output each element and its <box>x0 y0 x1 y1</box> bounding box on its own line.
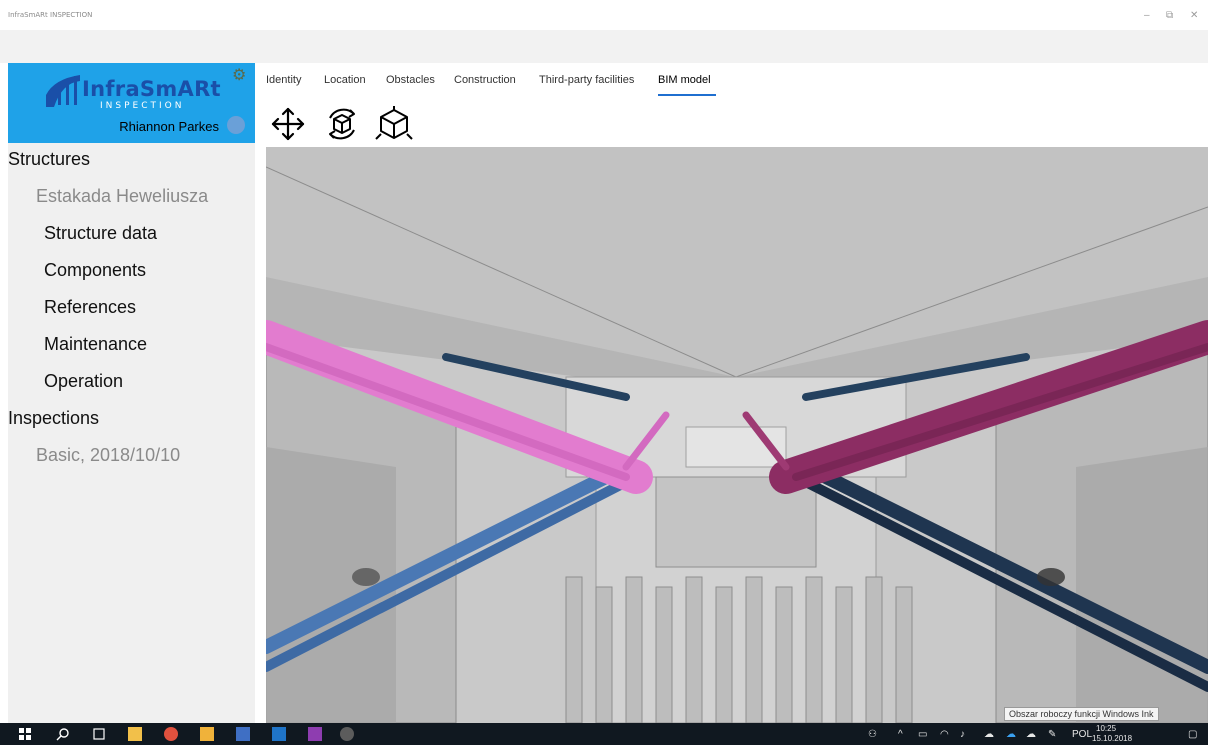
sidebar-item-references[interactable]: References <box>44 297 136 318</box>
tab-third-party-facilities[interactable]: Third-party facilities <box>539 74 634 86</box>
restore-button[interactable]: ⧉ <box>1166 10 1173 21</box>
clock-date[interactable]: 15.10.2018 <box>1092 734 1132 743</box>
taskbar: ⚇ ^ ▭ ◠ ♪ ☁ ☁ ☁ ✎ POL 10:25 15.10.2018 ▢ <box>0 723 1208 745</box>
sidebar-inspection-item[interactable]: Basic, 2018/10/10 <box>36 445 180 466</box>
infrasmart-app-icon[interactable] <box>340 727 354 741</box>
avatar[interactable] <box>227 116 245 134</box>
language-indicator[interactable]: POL <box>1072 729 1092 740</box>
chrome-icon[interactable] <box>164 727 178 741</box>
battery-icon[interactable]: ▭ <box>918 729 927 740</box>
sidebar-item-structure-data[interactable]: Structure data <box>44 223 157 244</box>
orbit-cube-icon[interactable] <box>322 104 362 144</box>
onenote-icon[interactable] <box>308 727 322 741</box>
window-title: InfraSmARt INSPECTION <box>8 11 93 19</box>
sidebar-structures-header[interactable]: Structures <box>8 149 90 170</box>
close-button[interactable]: ✕ <box>1190 10 1198 21</box>
tab-location[interactable]: Location <box>324 74 366 86</box>
volume-icon[interactable]: ♪ <box>960 729 965 740</box>
search-icon[interactable] <box>56 727 70 741</box>
onedrive-icon[interactable]: ☁ <box>1006 729 1016 740</box>
bim-viewport[interactable] <box>266 147 1208 723</box>
minimize-button[interactable]: – <box>1144 10 1150 21</box>
gear-icon[interactable]: ⚙ <box>232 65 246 85</box>
notifications-icon[interactable]: ▢ <box>1188 729 1197 740</box>
people-icon[interactable]: ⚇ <box>868 729 877 740</box>
brand-name: InfraSmARt <box>82 77 221 101</box>
bridge-logo-icon <box>46 75 80 107</box>
onedrive-personal-icon[interactable]: ☁ <box>1026 729 1036 740</box>
sidebar-structure-name[interactable]: Estakada Heweliusza <box>36 186 208 207</box>
sidebar: Structures Estakada Heweliusza Structure… <box>8 143 255 723</box>
sidebar-item-maintenance[interactable]: Maintenance <box>44 334 147 355</box>
windows-ink-tooltip: Obszar roboczy funkcji Windows Ink <box>1004 707 1159 721</box>
windows-ink-icon[interactable]: ✎ <box>1048 729 1056 740</box>
tab-construction[interactable]: Construction <box>454 74 516 86</box>
sidebar-item-components[interactable]: Components <box>44 260 146 281</box>
sidebar-inspections-header[interactable]: Inspections <box>8 408 99 429</box>
tab-obstacles[interactable]: Obstacles <box>386 74 435 86</box>
cloud-icon[interactable]: ☁ <box>984 729 994 740</box>
move-arrows-icon[interactable] <box>268 104 308 144</box>
pinned-app-icon[interactable] <box>200 727 214 741</box>
title-bar: InfraSmARt INSPECTION – ⧉ ✕ <box>0 0 1208 30</box>
user-name: Rhiannon Parkes <box>119 119 219 134</box>
clock-time[interactable]: 10:25 <box>1096 724 1116 733</box>
save-app-icon[interactable] <box>236 727 250 741</box>
brand-panel: InfraSmARt INSPECTION ⚙ Rhiannon Parkes <box>8 63 255 143</box>
outlook-icon[interactable] <box>272 727 286 741</box>
wifi-icon[interactable]: ◠ <box>940 729 949 740</box>
active-tab-indicator <box>658 94 716 96</box>
task-view-icon[interactable] <box>92 727 106 741</box>
brand-subtitle: INSPECTION <box>100 101 185 111</box>
tab-identity[interactable]: Identity <box>266 74 301 86</box>
perspective-cube-icon[interactable] <box>374 104 414 144</box>
file-explorer-icon[interactable] <box>128 727 142 741</box>
windows-start-icon[interactable] <box>18 727 32 741</box>
tab-bim-model[interactable]: BIM model <box>658 74 711 86</box>
chevron-up-icon[interactable]: ^ <box>898 729 903 740</box>
app-bar <box>0 30 1208 63</box>
sidebar-item-operation[interactable]: Operation <box>44 371 123 392</box>
bim-model-render <box>266 147 1208 723</box>
